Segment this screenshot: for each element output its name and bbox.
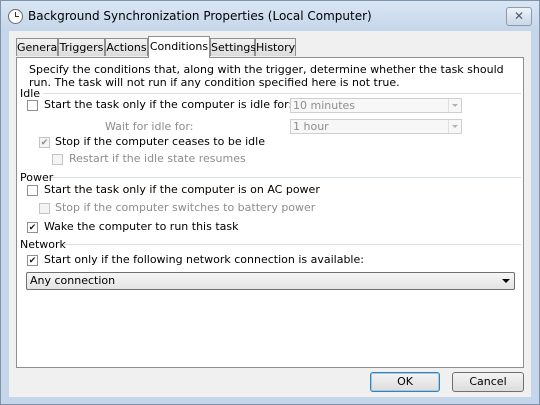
conditions-panel: Specify the conditions that, along with … bbox=[16, 57, 524, 368]
conditions-description: Specify the conditions that, along with … bbox=[29, 63, 504, 89]
close-button[interactable]: ✕ bbox=[506, 7, 532, 26]
restart-if-idle-checkbox[interactable] bbox=[52, 154, 63, 165]
start-on-ac-checkbox[interactable] bbox=[27, 185, 38, 196]
cancel-button[interactable]: Cancel bbox=[452, 372, 524, 392]
tab-conditions[interactable]: Conditions bbox=[148, 36, 210, 58]
stop-if-not-idle-checkbox[interactable] bbox=[39, 137, 50, 148]
start-if-idle-label[interactable]: Start the task only if the computer is i… bbox=[44, 98, 292, 111]
tab-actions[interactable]: Actions bbox=[105, 38, 148, 56]
idle-duration-combo[interactable]: 10 minutes bbox=[290, 98, 462, 113]
stop-on-battery-checkbox[interactable] bbox=[39, 203, 50, 214]
chevron-down-icon bbox=[448, 99, 461, 112]
power-separator bbox=[51, 177, 521, 178]
wake-to-run-checkbox[interactable] bbox=[27, 222, 38, 233]
idle-group-title: Idle bbox=[20, 87, 41, 100]
window-title: Background Synchronization Properties (L… bbox=[28, 9, 372, 23]
tab-triggers[interactable]: Triggers bbox=[58, 38, 105, 56]
stop-on-battery-label[interactable]: Stop if the computer switches to battery… bbox=[55, 201, 315, 214]
wait-duration-combo[interactable]: 1 hour bbox=[290, 119, 462, 134]
dialog-body: General Triggers Actions Conditions Sett… bbox=[9, 31, 531, 397]
tab-general[interactable]: General bbox=[16, 38, 60, 56]
tab-history[interactable]: History bbox=[255, 38, 296, 56]
start-on-ac-label[interactable]: Start the task only if the computer is o… bbox=[44, 183, 320, 196]
properties-dialog: Background Synchronization Properties (L… bbox=[0, 0, 540, 405]
restart-if-idle-label[interactable]: Restart if the idle state resumes bbox=[69, 152, 246, 165]
network-connection-select[interactable]: Any connection bbox=[26, 272, 515, 290]
stop-if-not-idle-label[interactable]: Stop if the computer ceases to be idle bbox=[55, 135, 265, 148]
chevron-down-icon bbox=[502, 279, 510, 283]
chevron-down-icon bbox=[448, 120, 461, 133]
clock-icon bbox=[8, 9, 23, 24]
idle-separator bbox=[43, 93, 521, 94]
wait-for-idle-label: Wait for idle for: bbox=[105, 120, 194, 133]
ok-button[interactable]: OK bbox=[370, 372, 440, 392]
idle-duration-value: 10 minutes bbox=[293, 99, 356, 112]
wake-to-run-label[interactable]: Wake the computer to run this task bbox=[44, 220, 238, 233]
start-if-network-label[interactable]: Start only if the following network conn… bbox=[44, 253, 364, 266]
wait-duration-value: 1 hour bbox=[293, 120, 329, 133]
title-bar[interactable]: Background Synchronization Properties (L… bbox=[1, 1, 539, 31]
start-if-network-checkbox[interactable] bbox=[27, 255, 38, 266]
network-group-title: Network bbox=[20, 238, 66, 251]
network-connection-value: Any connection bbox=[30, 274, 116, 287]
start-if-idle-checkbox[interactable] bbox=[27, 100, 38, 111]
tab-settings[interactable]: Settings bbox=[210, 38, 256, 56]
network-separator bbox=[63, 244, 521, 245]
